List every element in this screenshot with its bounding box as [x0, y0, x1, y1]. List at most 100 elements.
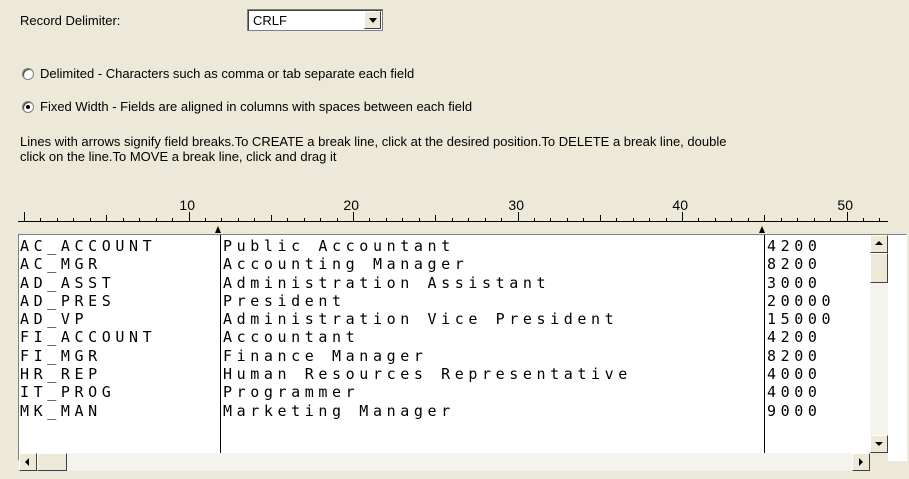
record-delimiter-select[interactable]: CRLF — [247, 9, 383, 31]
ruler-tick — [386, 218, 387, 221]
title-column: Public Accountant Accounting Manager Admin… — [223, 237, 632, 420]
delimited-radio-label[interactable]: Delimited - Characters such as comma or … — [40, 66, 414, 81]
table-cell-salary: 20000 — [767, 291, 836, 310]
table-cell-title: Administration Assistant — [223, 273, 551, 292]
ruler-tick — [633, 218, 634, 221]
horizontal-scroll-thumb[interactable] — [37, 453, 67, 471]
ruler-tick — [731, 218, 732, 221]
ruler-tick — [254, 218, 255, 221]
ruler-tick — [369, 218, 370, 221]
ruler-tick — [830, 218, 831, 221]
vertical-scrollbar[interactable] — [870, 235, 888, 453]
ruler-tick — [238, 218, 239, 221]
ruler-tick — [682, 212, 683, 221]
ruler-tick — [419, 218, 420, 221]
table-cell-title: Accountant — [223, 328, 360, 347]
ruler-tick — [748, 218, 749, 221]
ruler-tick — [600, 215, 601, 221]
table-cell-code: IT_PROG — [20, 383, 116, 402]
ruler-tick — [847, 212, 848, 221]
table-cell-title: Human Resources Representative — [223, 365, 632, 384]
horizontal-scrollbar[interactable] — [19, 453, 870, 471]
table-cell-code: FI_MGR — [20, 346, 102, 365]
table-cell-salary: 8200 — [767, 255, 822, 274]
ruler-tick — [139, 218, 140, 221]
scroll-up-button[interactable] — [870, 235, 888, 253]
table-cell-code: AC_MGR — [20, 255, 102, 274]
ruler-tick — [781, 218, 782, 221]
table-cell-code: AC_ACCOUNT — [20, 237, 157, 255]
ruler-tick — [649, 218, 650, 221]
instructions-line-2: click on the line.To MOVE a break line, … — [20, 149, 337, 164]
ruler-baseline — [18, 221, 888, 222]
ruler-tick — [814, 218, 815, 221]
table-cell-code: MK_MAN — [20, 401, 102, 420]
table-cell-title: Administration Vice President — [223, 310, 619, 329]
table-cell-code: AD_PRES — [20, 291, 116, 310]
scroll-left-arrow-icon — [25, 458, 29, 466]
ruler-tick — [534, 218, 535, 221]
table-cell-salary: 15000 — [767, 310, 836, 329]
field-break-line[interactable] — [764, 235, 765, 457]
table-cell-title: Accounting Manager — [223, 255, 469, 274]
ruler-tick — [304, 218, 305, 221]
ruler-tick — [518, 212, 519, 221]
break-arrow-icon[interactable] — [215, 226, 221, 233]
scroll-right-arrow-icon — [859, 458, 863, 466]
ruler-tick — [583, 218, 584, 221]
ruler-tick — [666, 218, 667, 221]
ruler-tick — [764, 215, 765, 221]
ruler-tick — [73, 218, 74, 221]
field-break-line[interactable] — [220, 235, 221, 457]
scroll-up-arrow-icon — [875, 241, 883, 245]
table-cell-code: AD_VP — [20, 310, 89, 329]
ruler-tick — [205, 218, 206, 221]
ruler-tick — [40, 218, 41, 221]
table-cell-salary: 4200 — [767, 328, 822, 347]
vertical-scroll-thumb[interactable] — [870, 253, 888, 283]
table-cell-title: Finance Manager — [223, 346, 428, 365]
ruler-tick — [271, 215, 272, 221]
ruler-tick — [797, 218, 798, 221]
ruler-tick — [337, 218, 338, 221]
ruler-tick — [468, 218, 469, 221]
table-cell-code: HR_REP — [20, 365, 102, 384]
ruler-tick — [402, 218, 403, 221]
ruler-tick — [172, 218, 173, 221]
salary-column: 4200 8200 3000 20000 15000 4200 8200 4000 4000 90… — [767, 237, 835, 420]
table-cell-code: AD_ASST — [20, 273, 116, 292]
ruler-tick — [435, 215, 436, 221]
radio-selected-dot — [26, 105, 30, 109]
ruler-tick — [221, 218, 222, 221]
ruler-tick — [189, 212, 190, 221]
ruler-label-50: 50 — [837, 197, 853, 213]
ruler-tick — [616, 218, 617, 221]
ruler-tick — [550, 218, 551, 221]
scroll-right-button[interactable] — [852, 453, 870, 471]
fixed-width-radio-label[interactable]: Fixed Width - Fields are aligned in colu… — [40, 99, 472, 114]
table-cell-salary: 4000 — [767, 365, 822, 384]
break-arrow-icon[interactable] — [759, 226, 765, 233]
scroll-down-arrow-icon — [875, 442, 883, 446]
ruler-tick — [353, 212, 354, 221]
ruler-label-20: 20 — [343, 197, 359, 213]
ruler-label-30: 30 — [508, 197, 524, 213]
dropdown-button[interactable] — [364, 11, 381, 29]
ruler-tick — [501, 218, 502, 221]
ruler-tick — [57, 218, 58, 221]
code-column: AC_ACCOUNT AC_MGR AD_ASST AD_PRES AD_VP FI_AC… — [20, 237, 156, 420]
ruler-tick — [123, 218, 124, 221]
ruler-tick — [715, 218, 716, 221]
fixed-width-preview[interactable]: AC_ACCOUNT AC_MGR AD_ASST AD_PRES AD_VP FI_AC… — [18, 234, 907, 461]
ruler-tick — [156, 218, 157, 221]
scroll-left-button[interactable] — [19, 453, 37, 471]
ruler-tick — [452, 218, 453, 221]
ruler-tick — [24, 212, 25, 221]
table-cell-title: Marketing Manager — [223, 401, 455, 420]
fixed-width-radio[interactable] — [22, 101, 34, 113]
scroll-down-button[interactable] — [870, 435, 888, 453]
table-cell-salary: 4000 — [767, 383, 822, 402]
ruler-tick — [698, 218, 699, 221]
delimited-radio[interactable] — [22, 68, 34, 80]
ruler-tick — [106, 215, 107, 221]
